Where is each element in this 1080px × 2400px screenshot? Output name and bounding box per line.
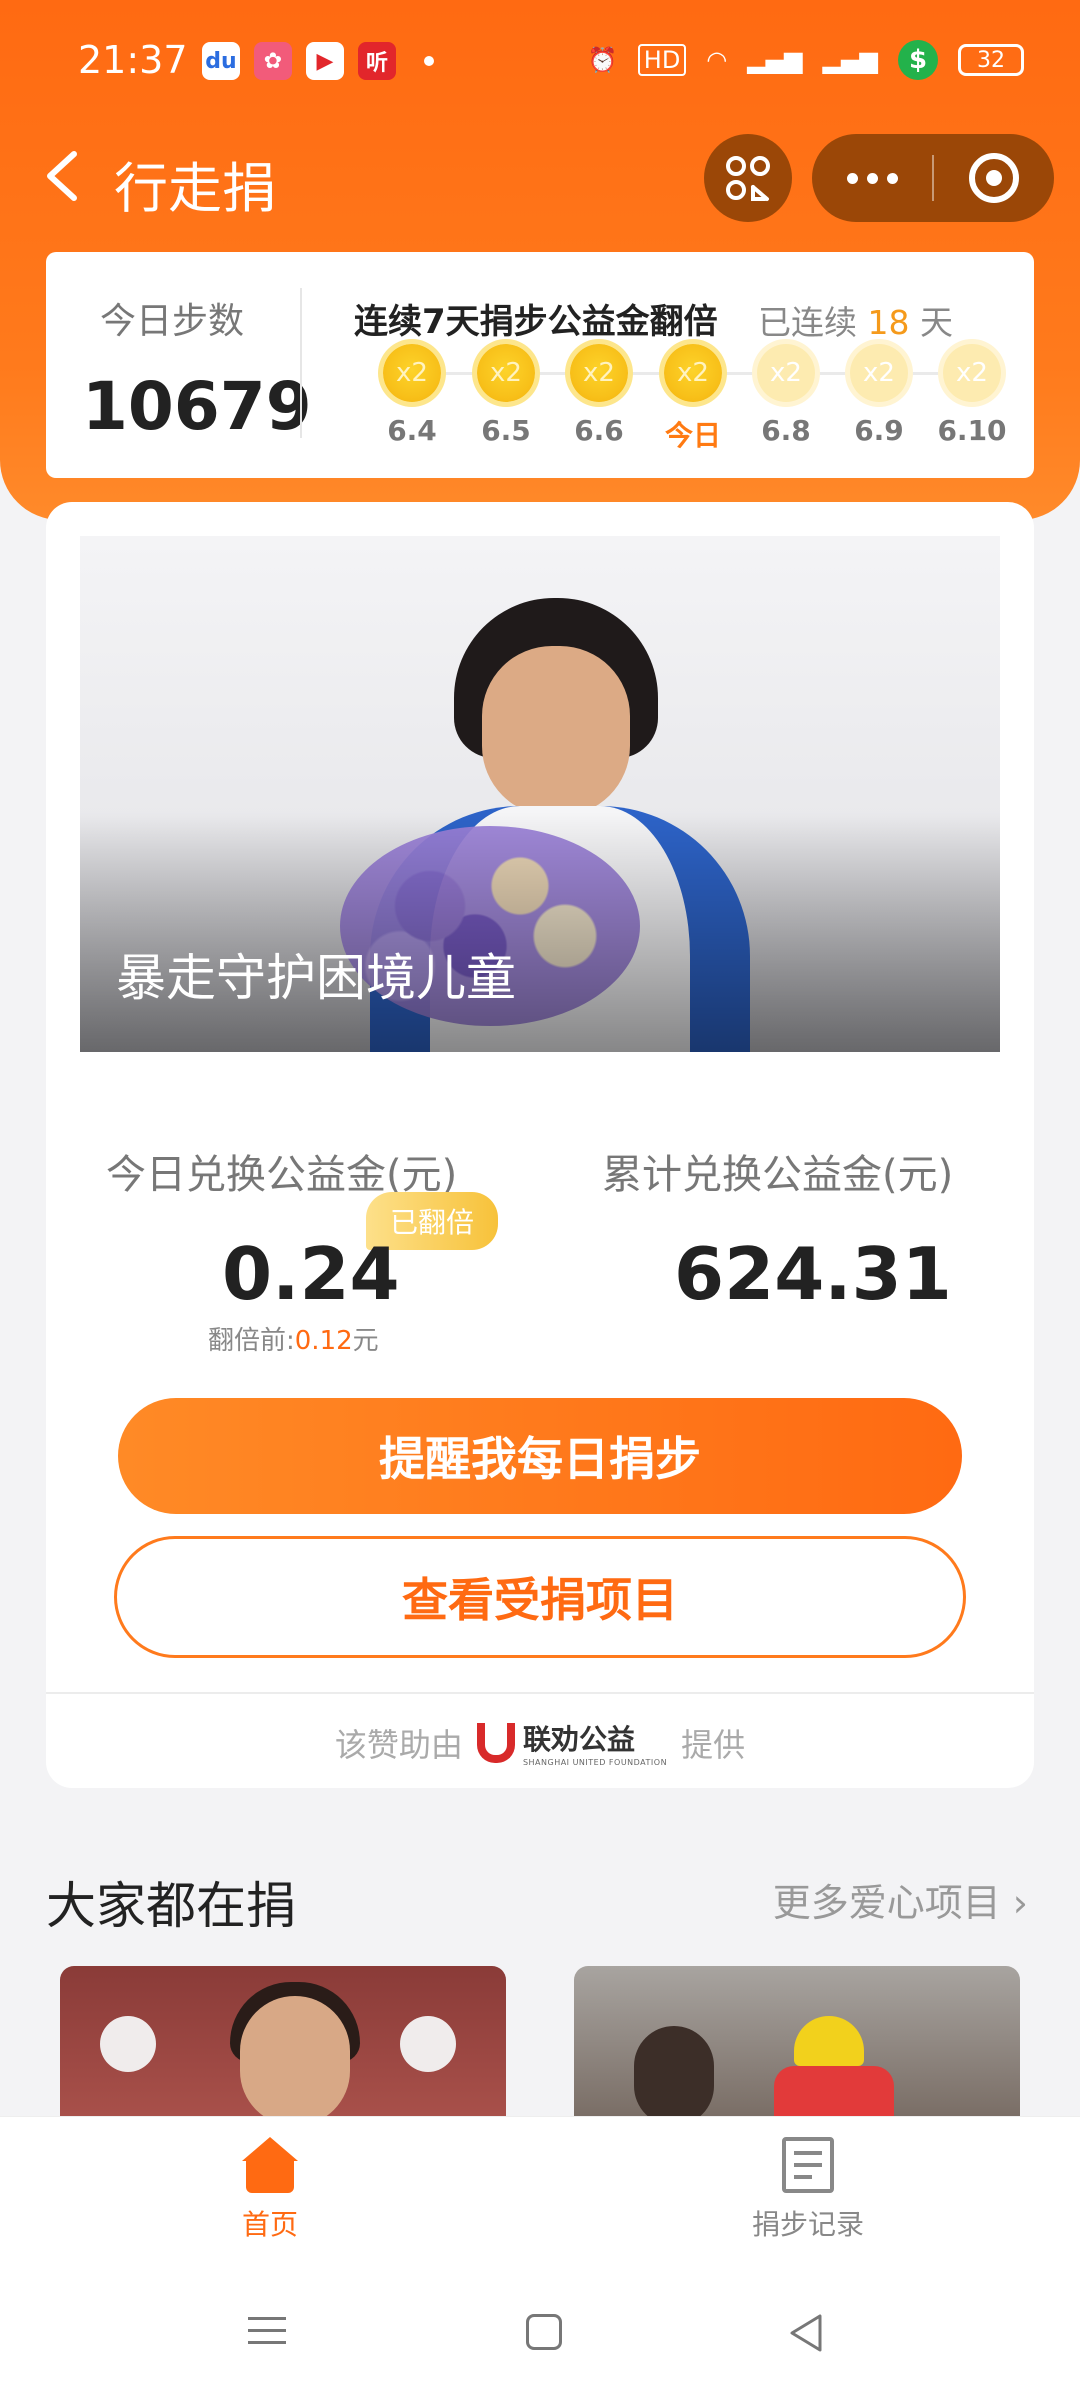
today-amount-value: 0.24 [222,1232,400,1316]
streak-day: x2 6.8 [746,344,826,447]
streak-day-date: 6.8 [761,414,811,447]
home-square-icon[interactable] [520,2308,570,2358]
card-divider [46,1692,1034,1694]
project-image[interactable]: 暴走守护困境儿童 [80,536,1000,1052]
total-amount-label: 累计兑换公益金(元) [602,1152,954,1198]
status-time: 21:37 [78,38,188,82]
miniprogram-capsule [812,134,1054,222]
more-button[interactable] [812,134,932,222]
streak-day-date: 6.4 [387,414,437,447]
wifi-icon: ◠ [706,46,728,74]
page-title: 行走捐 [114,157,276,220]
more-projects-label: 更多爱心项目 [772,1881,1001,1925]
sponsor-line: 该赞助由 联劝公益 SHANGHAI UNITED FOUNDATION 提供 [46,1718,1034,1767]
more-projects-link[interactable]: 更多爱心项目 › [773,1872,1028,1927]
streak-day-date: 6.5 [481,414,531,447]
united-foundation-logo-icon [476,1722,515,1763]
streak-day-date: 今日 [664,419,721,452]
streak-day: x2 6.10 [932,344,1012,447]
project-title: 暴走守护困境儿童 [116,949,516,1007]
alarm-icon: ⏰ [587,46,618,74]
remind-daily-button[interactable]: 提醒我每日捐步 [118,1398,962,1514]
project-thumbnail[interactable] [60,1966,506,2116]
coin-icon: x2 [850,344,908,402]
baidu-icon: du [202,42,240,80]
status-right: ⏰ HD ◠ ▂▄▆ ▂▄▆ $ 32 [588,40,1024,80]
before-double-unit: 元 [352,1326,379,1356]
notification-dot [424,56,434,66]
close-target-icon [969,153,1019,203]
home-icon [242,2137,298,2193]
streak-prefix: 已连续 [758,303,857,342]
battery-icon: 32 [958,44,1024,76]
streak-day: x2 6.9 [839,344,919,447]
coin-icon: x2 [477,344,535,402]
streak-day: x2 6.6 [559,344,639,447]
bottom-tab-bar: 首页 捐步记录 [0,2116,1080,2266]
signal-icon-2: ▂▄▆ [822,46,878,74]
coin-icon: x2 [664,344,722,402]
streak-day: x2 6.4 [372,344,452,447]
back-arrow-icon[interactable] [36,146,96,206]
steps-label: 今日步数 [100,301,245,342]
sponsor-prefix: 该赞助由 [334,1725,463,1764]
before-double-note: 翻倍前:0.12元 [208,1320,379,1357]
coin-icon: x2 [570,344,628,402]
streak-day-today: x2 今日 [653,344,733,454]
scan-button[interactable] [704,134,792,222]
streak-day: x2 6.5 [466,344,546,447]
scan-icon [726,156,770,201]
project-thumbnail[interactable] [574,1966,1020,2116]
hd-icon: HD [637,44,687,76]
menu-icon[interactable] [248,2308,298,2358]
payment-icon: $ [898,40,938,80]
streak-day-date: 6.9 [854,414,904,447]
streak-title: 连续7天捐步公益金翻倍 [354,302,718,342]
ting-icon: 听 [358,42,396,80]
steps-card: 今日步数 10679 连续7天捐步公益金翻倍 已连续 18 天 x2 6.4 x… [46,252,1034,478]
streak-day-date: 6.6 [574,414,624,447]
tab-records-label: 捐步记录 [751,2208,864,2241]
project-card: 暴走守护困境儿童 今日兑换公益金(元) 累计兑换公益金(元) 已翻倍 0.24 … [46,502,1034,1788]
before-double-amount: 0.12 [294,1326,353,1356]
back-triangle-icon[interactable] [782,2308,832,2358]
steps-divider [300,288,302,438]
streak-info: 已连续 18 天 [758,296,953,344]
close-button[interactable] [934,134,1054,222]
app-icon-2: ✿ [254,42,292,80]
coin-icon: x2 [383,344,441,402]
view-project-button[interactable]: 查看受捐项目 [114,1536,966,1658]
sponsor-name: 联劝公益 [522,1723,635,1756]
streak-suffix: 天 [920,303,953,342]
steps-value: 10679 [82,368,312,445]
streak-day-date: 6.10 [937,414,1007,447]
sponsor-suffix: 提供 [681,1725,746,1764]
coin-icon: x2 [757,344,815,402]
sponsor-logo: 联劝公益 SHANGHAI UNITED FOUNDATION [476,1718,668,1767]
document-icon [782,2137,834,2193]
system-navigation-bar [0,2266,1080,2400]
status-bar: 21:37 du ✿ ▶ 听 ⏰ HD ◠ ▂▄▆ ▂▄▆ $ 32 [0,0,1080,120]
tab-records[interactable]: 捐步记录 [708,2137,908,2243]
streak-days: 18 [867,303,910,342]
sponsor-name-en: SHANGHAI UNITED FOUNDATION [522,1758,668,1767]
signal-icon: ▂▄▆ [747,46,803,74]
section-title: 大家都在捐 [46,1877,296,1935]
before-double-label: 翻倍前: [208,1326,295,1356]
tab-home-label: 首页 [241,2208,298,2241]
total-amount-value: 624.31 [674,1232,952,1316]
tab-home[interactable]: 首页 [170,2137,370,2243]
coin-icon: x2 [943,344,1001,402]
chevron-right-icon: › [1012,1881,1028,1925]
video-icon: ▶ [306,42,344,80]
